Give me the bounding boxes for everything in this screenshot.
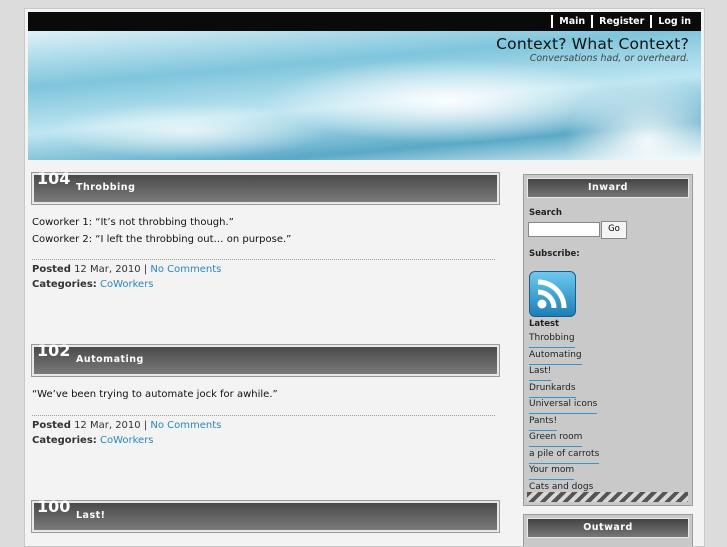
post-body: Coworker 1: “It’s not throbbing though.”… [32, 214, 291, 248]
latest-post-link[interactable]: a pile of carrots [529, 449, 600, 464]
categories-label: Categories: [32, 435, 97, 446]
post-item: 100 Last! [28, 493, 504, 543]
post-number: 104 [37, 169, 71, 188]
main-content: 104 Throbbing Coworker 1: “It’s not thro… [28, 165, 504, 546]
search-label: Search [529, 208, 562, 218]
posted-label: Posted [32, 420, 71, 431]
meta-separator: | [143, 264, 148, 275]
page-container: Main Register Log in Context? What Conte… [24, 8, 705, 547]
category-link[interactable]: CoWorkers [100, 435, 154, 446]
post-title-link[interactable]: Throbbing [76, 182, 135, 193]
comments-link[interactable]: No Comments [150, 420, 221, 431]
post-date: 12 Mar, 2010 [74, 420, 141, 431]
post-line: Coworker 2: “I left the throbbing out… o… [32, 234, 292, 245]
nav-login-link[interactable]: Log in [650, 15, 697, 28]
post-meta: Posted 12 Mar, 2010 | No Comments Catego… [32, 259, 495, 292]
sidebar-title: Inward [527, 178, 689, 198]
post-title-bar: 104 Throbbing [31, 169, 500, 205]
latest-post-link[interactable]: Throbbing [529, 333, 575, 348]
latest-post-link[interactable]: Universal icons [529, 399, 598, 414]
nav-main-link[interactable]: Main [551, 15, 591, 28]
site-title[interactable]: Context? What Context? [496, 35, 689, 53]
latest-post-link[interactable]: Last! [529, 366, 552, 381]
post-number: 100 [37, 497, 71, 516]
post-line: “We’ve been trying to automate jock for … [32, 389, 278, 400]
post-title-bar: 102 Automating [31, 341, 500, 377]
post-meta: Posted 12 Mar, 2010 | No Comments Catego… [32, 415, 495, 448]
subscribe-label: Subscribe: [529, 249, 580, 259]
latest-post-link[interactable]: Green room [529, 432, 583, 447]
sidebar-inward: Inward Search Go Subscribe: Latest Throb… [523, 174, 693, 506]
post-body: “We’ve been trying to automate jock for … [32, 386, 278, 403]
posted-label: Posted [32, 264, 71, 275]
post-item: 102 Automating “We’ve been trying to aut… [28, 337, 504, 497]
latest-posts-list: Throbbing Automating Last! Drunkards Uni… [529, 333, 600, 498]
post-number: 102 [37, 341, 71, 360]
categories-label: Categories: [32, 279, 97, 290]
latest-post-link[interactable]: Automating [529, 350, 582, 365]
sidebar-title: Outward [527, 518, 689, 538]
post-title-link[interactable]: Last! [76, 510, 106, 521]
site-subtitle: Conversations had, or overheard. [529, 53, 689, 64]
latest-post-link[interactable]: Your mom [529, 465, 575, 480]
latest-post-link[interactable]: Drunkards [529, 383, 576, 398]
sidebar-outward: Outward [523, 514, 693, 546]
latest-label: Latest [529, 319, 560, 329]
post-title-link[interactable]: Automating [76, 354, 144, 365]
header-banner: Context? What Context? Conversations had… [28, 31, 701, 160]
meta-separator: | [143, 420, 148, 431]
post-line: Coworker 1: “It’s not throbbing though.” [32, 217, 234, 228]
post-title-bar: 100 Last! [31, 497, 500, 533]
sidebar-footer-stripes [527, 492, 688, 502]
category-link[interactable]: CoWorkers [100, 279, 154, 290]
post-item: 104 Throbbing Coworker 1: “It’s not thro… [28, 165, 504, 325]
nav-links: Main Register Log in [551, 12, 697, 31]
rss-feed-icon[interactable] [529, 271, 576, 317]
search-input[interactable] [528, 222, 600, 237]
comments-link[interactable]: No Comments [150, 264, 221, 275]
rss-icon [537, 279, 567, 309]
post-date: 12 Mar, 2010 [74, 264, 141, 275]
top-nav-bar: Main Register Log in [28, 12, 701, 31]
nav-register-link[interactable]: Register [591, 15, 650, 28]
search-go-button[interactable]: Go [601, 221, 627, 239]
latest-post-link[interactable]: Pants! [529, 416, 558, 431]
